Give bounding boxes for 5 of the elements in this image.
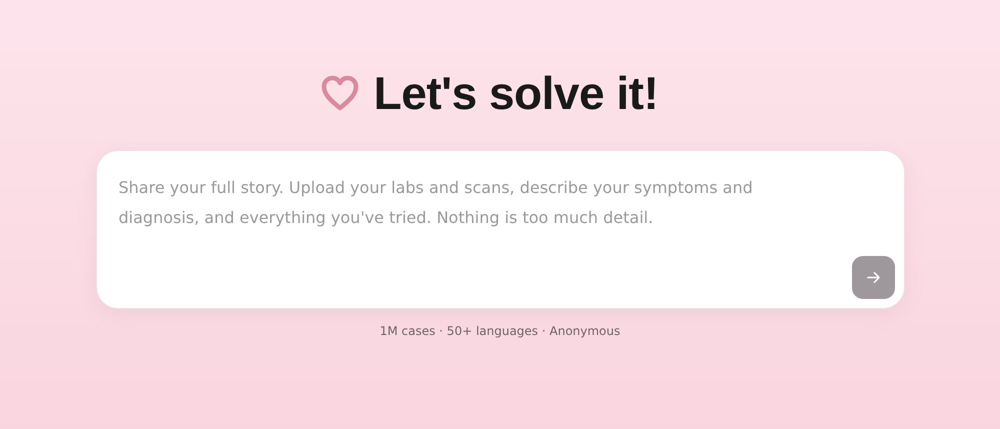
page-title: Let's solve it!: [374, 66, 658, 120]
stats-caption: 1M cases · 50+ languages · Anonymous: [380, 324, 620, 338]
arrow-right-icon: [866, 270, 880, 285]
heart-icon: [320, 74, 360, 112]
story-field[interactable]: Share your full story. Upload your labs and scans, describe your symptoms and diagnosis, and everything you've tried. Nothing is too much detail.: [96, 150, 904, 309]
